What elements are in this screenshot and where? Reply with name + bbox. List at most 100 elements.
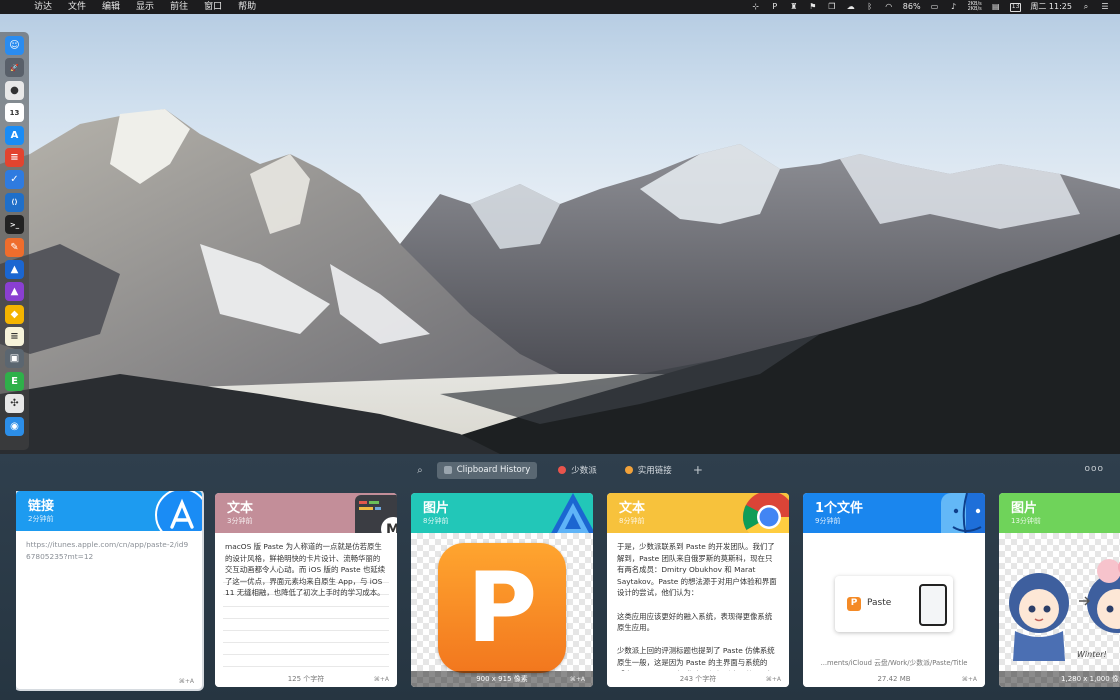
menu-item-window[interactable]: 窗口	[196, 0, 230, 14]
dock-sketchbook-icon[interactable]: ✎	[5, 237, 24, 257]
file-preview: P Paste ...ments/iCloud 云盘/Work/少数派/Past…	[803, 533, 985, 687]
more-options-button[interactable]: ooo	[1084, 464, 1104, 474]
clock[interactable]: 周二 11:25	[1030, 2, 1072, 12]
battery-label[interactable]: 86%	[903, 2, 921, 12]
paste-menu-icon[interactable]: P	[770, 2, 780, 12]
paste-small-icon: P	[847, 597, 861, 611]
card-header: 文本 3分钟前 M	[215, 493, 397, 533]
search-icon[interactable]: ⌕	[1081, 2, 1091, 12]
card-time: 9分钟前	[815, 517, 841, 525]
image-preview: Winter!	[999, 533, 1120, 687]
dock-launchpad-icon[interactable]: 🚀	[5, 58, 24, 78]
dock-screenshot-icon[interactable]: ▣	[5, 349, 24, 369]
menu-item-edit[interactable]: 编辑	[94, 0, 128, 14]
battery-icon[interactable]: ▭	[930, 2, 940, 12]
dock-affinity-photo-icon[interactable]: ▲	[5, 282, 24, 302]
card-type: 图片	[423, 501, 450, 516]
card-type: 链接	[28, 499, 55, 514]
image-caption: Winter!	[1077, 650, 1107, 659]
music-icon[interactable]: ♪	[949, 2, 959, 12]
useful-links-swatch	[624, 466, 633, 474]
dock-chrome-icon[interactable]: ●	[5, 80, 24, 100]
card-time: 13分钟前	[1011, 517, 1041, 525]
menu-item-file[interactable]: 文件	[60, 0, 94, 14]
mountain-landscape	[0, 109, 1120, 454]
dock-task-icon[interactable]: ✓	[5, 170, 24, 190]
menu-item-help[interactable]: 帮助	[230, 0, 264, 14]
dock-finder-icon[interactable]: ☺	[5, 36, 24, 55]
clip-card-image[interactable]: 图片 8分钟前 P 900 x 915 像素 ⌘+A	[411, 493, 593, 687]
clip-card-image-2[interactable]: 图片 13分钟前 Winter! 1,280 x 1,000 像	[999, 493, 1120, 687]
menu-item-view[interactable]: 显示	[128, 0, 162, 14]
card-header: 图片 8分钟前	[411, 493, 593, 533]
sspai-swatch	[558, 466, 567, 474]
dock-davinci-icon[interactable]: ✣	[5, 394, 24, 414]
file-thumbnail: P Paste	[835, 576, 953, 632]
tab-label: Clipboard History	[456, 465, 531, 475]
clip-card-text-long[interactable]: 文本 8分钟前 于是，少数派联系到 Paste 的开发团队。我们了解到，Past…	[607, 493, 789, 687]
tab-label: 少数派	[571, 466, 597, 476]
card-content: macOS 版 Paste 为人称道的一点就是仿若原生的设计风格，鲜艳明快的卡片…	[225, 542, 386, 598]
card-footer: 900 x 915 像素	[411, 671, 593, 687]
shortcut-hint: ⌘+A	[569, 676, 585, 683]
menu-item-finder[interactable]: 访达	[26, 0, 60, 14]
dock-terminal-icon[interactable]: >_	[5, 215, 24, 235]
dock-affinity-designer-icon[interactable]: ▲	[5, 259, 24, 279]
add-pinboard-button[interactable]: +	[693, 463, 703, 477]
card-footer: 1,280 x 1,000 像	[999, 671, 1120, 687]
card-type: 文本	[227, 501, 254, 516]
tab-sspai[interactable]: 少数派	[551, 462, 604, 479]
dock-calendar-icon[interactable]: 13	[5, 103, 24, 123]
paste-tabs: ⌕ Clipboard History 少数派 实用链接 +	[0, 461, 1120, 479]
search-icon[interactable]: ⌕	[417, 465, 423, 476]
tab-label: 实用链接	[637, 466, 672, 476]
copy-icon[interactable]: ❐	[827, 2, 837, 12]
card-content: https://itunes.apple.com/cn/app/paste-2/…	[26, 540, 189, 561]
clip-card-link[interactable]: 链接 2分钟前 https://itunes.apple.com/cn/app/…	[16, 491, 202, 689]
dock-todoist-icon[interactable]: ≡	[5, 147, 24, 167]
dock-notes-icon[interactable]: ≡	[5, 327, 24, 347]
shortcut-hint: ⌘+A	[961, 676, 977, 683]
clip-card-text[interactable]: 文本 3分钟前 M macOS 版 Paste 为人称道的一点就是仿若原生的设计…	[215, 493, 397, 687]
file-path: ...ments/iCloud 云盘/Work/少数派/Paste/Title	[820, 659, 968, 668]
card-header: 文本 8分钟前	[607, 493, 789, 533]
calendar-badge-icon[interactable]: 13	[1009, 2, 1022, 12]
bartender-icon[interactable]: ♜	[789, 2, 799, 12]
clip-card-file[interactable]: 1个文件 9分钟前 P Paste ...ments/iCloud 云盘/Wor…	[803, 493, 985, 687]
file-preview-label: Paste	[867, 598, 892, 609]
card-footer: 125 个字符	[215, 671, 397, 687]
bluetooth-icon[interactable]: ᛒ	[865, 2, 875, 12]
dock-sketch-icon[interactable]: ◆	[5, 304, 24, 324]
wifi-icon[interactable]: ◠	[884, 2, 894, 12]
screenshot-tool-icon[interactable]: ⊹	[751, 2, 761, 12]
network-speed[interactable]: 2KB/s 2KB/s	[968, 2, 982, 12]
clipboard-history-swatch	[443, 466, 452, 474]
tab-useful-links[interactable]: 实用链接	[618, 462, 679, 479]
bookmark-icon[interactable]: ⚑	[808, 2, 818, 12]
clipboard-cards: 链接 2分钟前 https://itunes.apple.com/cn/app/…	[16, 491, 1120, 691]
dock-evernote-icon[interactable]: E	[5, 371, 24, 391]
card-header: 1个文件 9分钟前	[803, 493, 985, 533]
card-type: 1个文件	[815, 501, 864, 516]
dock: ☺ 🚀 ● 13 A ≡ ✓ ⟨⟩ >_ ✎ ▲ ▲ ◆ ≡ ▣ E ✣ ◉	[0, 32, 29, 450]
control-list-icon[interactable]: ☰	[1100, 2, 1110, 12]
dock-paste-icon[interactable]: ◉	[5, 416, 24, 436]
card-header: 链接 2分钟前	[16, 491, 202, 531]
card-time: 2分钟前	[28, 515, 54, 523]
paste-logo-letter: P	[466, 552, 538, 664]
card-time: 8分钟前	[423, 517, 449, 525]
dock-vscode-icon[interactable]: ⟨⟩	[5, 192, 24, 212]
dock-app-store-icon[interactable]: A	[5, 125, 24, 145]
weather-icon[interactable]: ☁	[846, 2, 856, 12]
tab-clipboard-history[interactable]: Clipboard History	[436, 461, 538, 479]
device-mockup	[919, 584, 947, 626]
app-switcher-icon[interactable]: ▤	[991, 2, 1001, 12]
shortcut-hint: ⌘+A	[373, 676, 389, 683]
card-header: 图片 13分钟前	[999, 493, 1120, 533]
paste-app-logo: P	[438, 543, 566, 673]
menu-item-go[interactable]: 前往	[162, 0, 196, 14]
net-down: 2KB/s	[967, 6, 982, 12]
menu-bar: 访达 文件 编辑 显示 前往 窗口 帮助 ⊹ P ♜ ⚑ ❐ ☁ ᛒ ◠ 86%…	[0, 0, 1120, 14]
card-type: 文本	[619, 501, 646, 516]
card-time: 3分钟前	[227, 517, 253, 525]
